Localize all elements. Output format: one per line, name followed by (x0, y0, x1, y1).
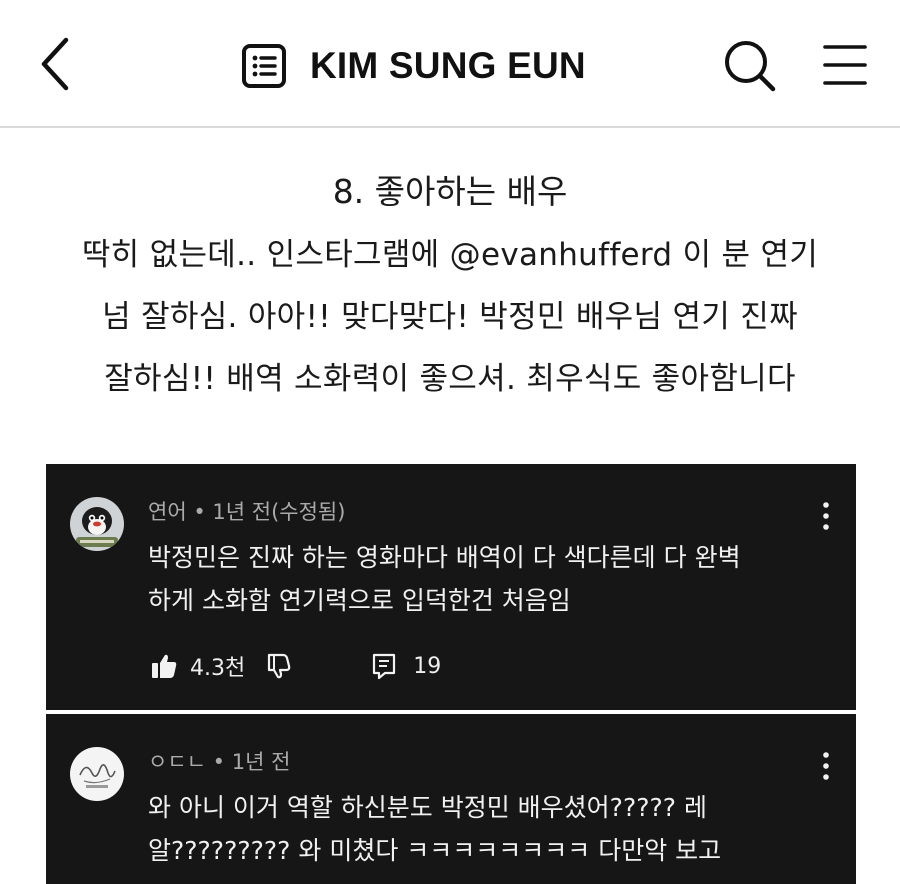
search-button[interactable] (722, 38, 778, 94)
comment-time: 1년 전(수정됨) (212, 500, 346, 524)
search-icon (725, 41, 776, 92)
more-options-button[interactable] (818, 500, 834, 534)
thumbs-down-icon (268, 653, 291, 679)
penguin-avatar-icon (70, 497, 124, 551)
dislike-button[interactable] (265, 652, 293, 680)
comment-line: 알????????? 와 미쳤다 ㅋㅋㅋㅋㅋㅋㅋㅋ 다만악 보고 (148, 836, 722, 865)
more-vertical-icon (823, 752, 829, 780)
post-line: 넘 잘하심. 아아!! 맞다맞다! 박정민 배우님 연기 진짜 (102, 299, 798, 335)
more-vertical-icon (823, 502, 829, 530)
more-options-button[interactable] (818, 750, 834, 784)
avatar[interactable] (70, 747, 124, 801)
post-line: 잘하심!! 배역 소화력이 좋으셔. 최우식도 좋아함니다 (104, 361, 796, 397)
blog-title-area[interactable]: KIM SUNG EUN (240, 38, 586, 94)
separator-dot: • (212, 750, 232, 774)
chevron-left-icon (41, 37, 69, 91)
signature-avatar-icon (70, 747, 124, 801)
comment-line: 와 아니 이거 역할 하신분도 박정민 배우셨어????? 레 (148, 793, 707, 822)
thumbs-up-icon (152, 654, 177, 678)
comment-meta: 연어 • 1년 전(수정됨) (148, 496, 345, 526)
post-content: 8. 좋아하는 배우 딱히 없는데.. 인스타그램에 @evanhufferd … (30, 160, 870, 410)
blog-title[interactable]: KIM SUNG EUN (310, 45, 586, 87)
comment-text: 와 아니 이거 역할 하신분도 박정민 배우셨어????? 레 알???????… (148, 786, 838, 872)
post-line: 딱히 없는데.. 인스타그램에 @evanhufferd 이 분 연기 (81, 237, 819, 273)
comment-meta: ㅇㄷㄴ • 1년 전 (148, 746, 290, 776)
comment-author[interactable]: ㅇㄷㄴ (148, 750, 206, 774)
post-heading: 8. 좋아하는 배우 (332, 172, 568, 211)
comment-line: 박정민은 진짜 하는 영화마다 배역이 다 색다른데 다 완벽 (148, 543, 741, 572)
reply-count: 19 (413, 653, 442, 679)
reply-button[interactable]: 19 (371, 652, 441, 680)
separator-dot: • (193, 500, 213, 524)
like-button[interactable]: 4.3천 (150, 650, 245, 682)
comment-time: 1년 전 (231, 750, 291, 774)
comment-screenshot-card: ㅇㄷㄴ • 1년 전 와 아니 이거 역할 하신분도 박정민 배우셨어?????… (46, 714, 856, 884)
back-button[interactable] (30, 30, 86, 98)
list-document-icon (242, 44, 286, 88)
menu-button[interactable] (820, 40, 870, 90)
comment-text: 박정민은 진짜 하는 영화마다 배역이 다 색다른데 다 완벽 하게 소화함 연… (148, 536, 838, 622)
comment-line: 하게 소화함 연기력으로 입덕한건 처음임 (148, 586, 571, 615)
comment-author[interactable]: 연어 (148, 500, 187, 524)
comment-reply-icon (373, 653, 396, 680)
top-app-bar: KIM SUNG EUN (0, 0, 900, 128)
hamburger-menu-icon (823, 45, 867, 85)
like-count: 4.3천 (190, 656, 246, 681)
avatar[interactable] (70, 497, 124, 551)
comment-screenshot-card: 연어 • 1년 전(수정됨) 박정민은 진짜 하는 영화마다 배역이 다 색다른… (46, 464, 856, 710)
comment-actions: 4.3천 19 (150, 646, 441, 686)
